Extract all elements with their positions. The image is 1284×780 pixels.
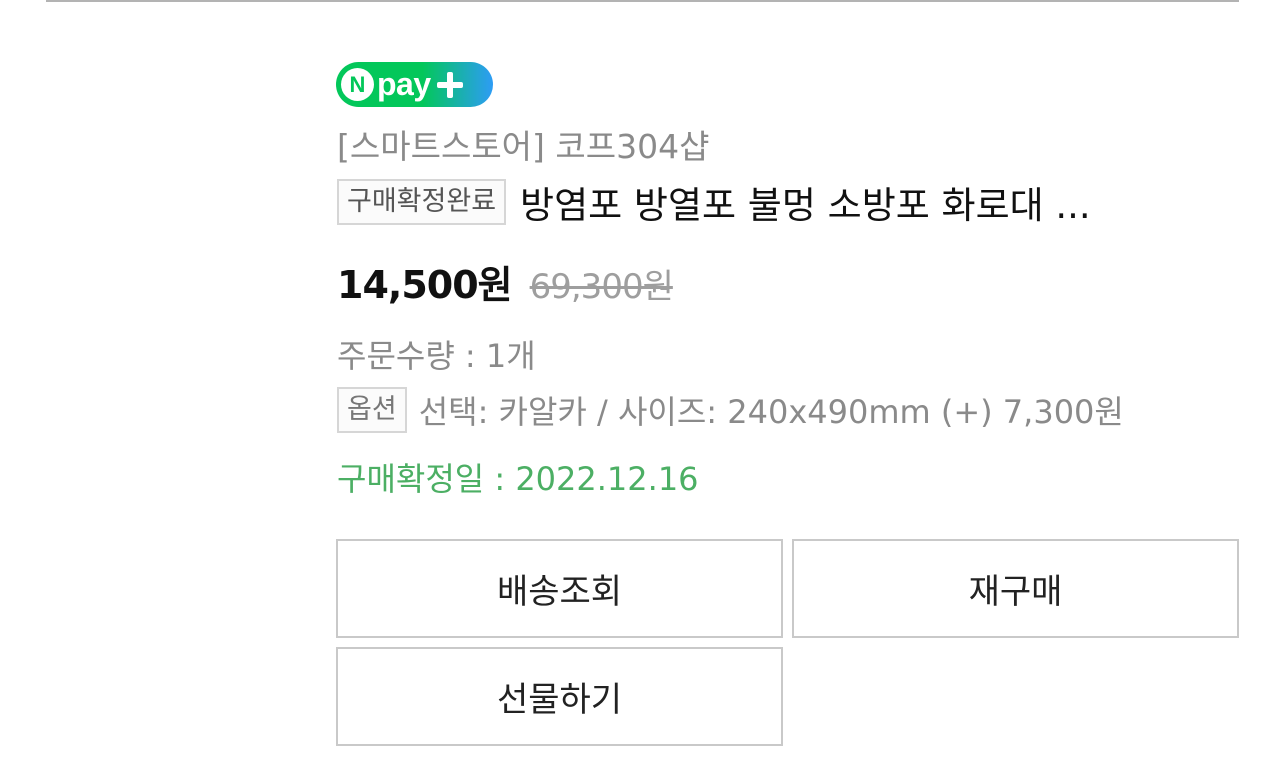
track-delivery-button[interactable]: 배송조회 <box>336 539 783 638</box>
sale-price: 14,500원 <box>337 263 513 307</box>
option-badge: 옵션 <box>337 387 407 433</box>
price-row: 14,500원 69,300원 <box>337 254 674 309</box>
naver-n-icon: N <box>341 68 374 101</box>
rebuy-button[interactable]: 재구매 <box>792 539 1239 638</box>
npay-label: pay <box>377 66 431 102</box>
npay-plus-badge: N pay <box>336 62 493 107</box>
option-detail: 선택: 카알카 / 사이즈: 240x490mm (+) 7,300원 <box>418 393 1124 431</box>
product-title-row[interactable]: 구매확정완료 방염포 방열포 불멍 소방포 화로대 ... <box>337 177 1227 227</box>
top-divider <box>46 0 1239 2</box>
order-quantity: 주문수량 : 1개 <box>337 337 536 375</box>
gift-button[interactable]: 선물하기 <box>336 647 783 746</box>
store-name[interactable]: [스마트스토어] 코프304샵 <box>337 120 709 168</box>
original-price: 69,300원 <box>529 267 674 307</box>
plus-icon <box>436 71 463 98</box>
purchase-confirm-date: 구매확정일 : 2022.12.16 <box>337 460 699 498</box>
product-title[interactable]: 방염포 방열포 불멍 소방포 화로대 ... <box>520 175 1227 229</box>
purchase-status-badge: 구매확정완료 <box>337 179 507 225</box>
option-row: 옵션 선택: 카알카 / 사이즈: 240x490mm (+) 7,300원 <box>337 387 1124 433</box>
